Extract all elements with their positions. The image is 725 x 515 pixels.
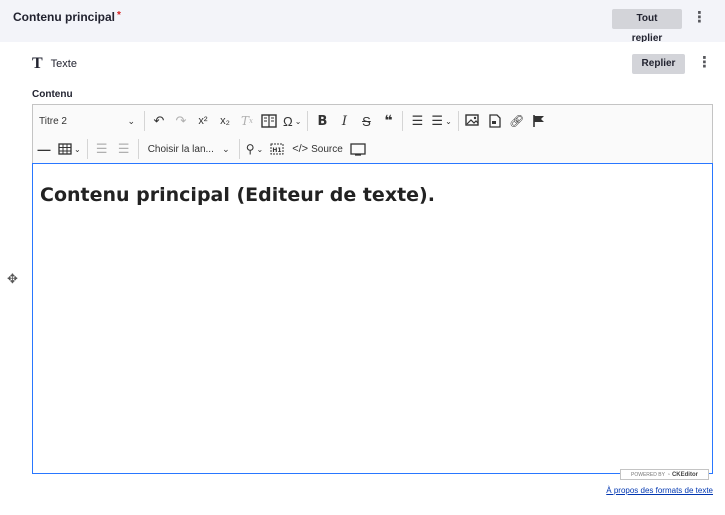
superscript-icon[interactable]: x² [192,110,214,132]
paragraph-type-label: Texte [50,58,77,70]
powered-by-text: POWERED BY [631,471,665,478]
table-icon[interactable]: ⌄ [55,138,84,160]
book-icon[interactable] [258,110,280,132]
field-title: Contenu principal * [13,10,121,24]
text-formats-link[interactable]: À propos des formats de texte [606,486,713,495]
chevron-down-icon: ⌄ [127,115,135,126]
outdent-icon[interactable]: ☰ [91,138,113,160]
source-button[interactable]: </> Source [288,138,347,160]
redo-icon[interactable]: ↷ [170,110,192,132]
toolbar-separator [137,139,139,159]
toolbar-separator [402,111,404,131]
image-icon[interactable] [462,110,484,132]
toolbar-row-1: Titre 2 ⌄ ↶ ↷ x² x₂ Tx Ω ⌄ B I S ❝ ☰ ☰ ⌄ 🔗… [33,108,550,134]
chevron-down-icon: ⌄ [222,143,230,154]
italic-icon[interactable]: I [333,110,355,132]
source-label: Source [311,143,343,155]
link-icon[interactable]: 🔗︎ [506,110,528,132]
numbered-list-icon[interactable]: ☰ ⌄ [428,110,454,132]
toolbar-separator [238,139,240,159]
paragraph-actions-menu-icon[interactable]: ⋮ [697,54,712,74]
toolbar-separator [86,139,88,159]
ckeditor-brand: CKEditor [671,471,698,478]
toolbar-separator [307,111,309,131]
toolbar-row-2: — ⌄ ☰ ☰ Choisir la lan... ⌄ ⚲ ⌄ H1 </> So… [33,136,369,162]
drag-handle-icon[interactable]: ✥ [7,271,18,287]
fullscreen-icon[interactable] [347,138,369,160]
ckeditor-badge[interactable]: POWERED BY ◔ CKEditor [620,469,709,480]
collapse-paragraph-button[interactable]: Replier [632,54,685,74]
field-actions-menu-icon[interactable]: ⋮ [692,9,707,29]
paragraph-title: T Texte [32,55,77,73]
undo-icon[interactable]: ↶ [148,110,170,132]
blockquote-icon[interactable]: ❝ [377,110,399,132]
field-title-text: Contenu principal [13,10,115,24]
bulleted-list-icon[interactable]: ☰ [406,110,428,132]
rich-text-editor[interactable]: Contenu principal (Editeur de texte). [32,163,713,474]
heading-select-value: Titre 2 [39,115,67,127]
toolbar-separator [144,111,145,131]
language-select-value: Choisir la lan... [147,143,214,155]
bold-icon[interactable]: B [311,110,333,132]
indent-icon[interactable]: ☰ [113,138,135,160]
content-field-label: Contenu [32,89,73,100]
required-marker: * [117,10,121,21]
text-type-icon: T [32,55,43,72]
flag-icon[interactable] [528,110,550,132]
collapse-all-button[interactable]: Tout replier [612,9,682,44]
language-select[interactable]: Choisir la lan... ⌄ [142,138,236,160]
source-icon: </> [292,143,309,155]
heading-h1-icon[interactable]: H1 [266,138,288,160]
editor-toolbar: Titre 2 ⌄ ↶ ↷ x² x₂ Tx Ω ⌄ B I S ❝ ☰ ☰ ⌄ 🔗… [32,104,713,164]
horizontal-line-icon[interactable]: — [33,138,55,160]
ckeditor-logo-icon: ◔ [666,471,670,478]
remove-format-icon[interactable]: Tx [236,110,258,132]
toolbar-separator [457,111,459,131]
strikethrough-icon[interactable]: S [355,110,377,132]
find-replace-icon[interactable]: ⚲ ⌄ [243,138,267,160]
editor-heading[interactable]: Contenu principal (Editeur de texte). [40,184,435,206]
special-char-icon[interactable]: Ω ⌄ [280,110,304,132]
heading-select[interactable]: Titre 2 ⌄ [33,110,141,132]
subscript-icon[interactable]: x₂ [214,110,236,132]
svg-text:H1: H1 [273,147,282,154]
media-icon[interactable] [484,110,506,132]
